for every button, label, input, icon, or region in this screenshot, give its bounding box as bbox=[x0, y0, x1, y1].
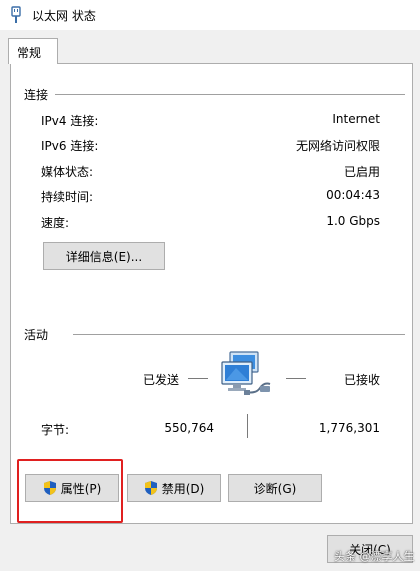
highlight-box bbox=[17, 459, 123, 523]
sent-label: 已发送 bbox=[143, 373, 180, 387]
activity-heading: 活动 bbox=[24, 328, 49, 342]
tab-general[interactable]: 常规 bbox=[8, 38, 58, 64]
disable-button[interactable]: 禁用(D) bbox=[127, 474, 221, 502]
diagnose-button-label: 诊断(G) bbox=[253, 481, 297, 496]
media-state-label: 媒体状态: bbox=[41, 165, 94, 179]
details-button-label: 详细信息(E)... bbox=[65, 249, 143, 264]
bytes-sent-value: 550,764 bbox=[164, 421, 214, 435]
general-panel bbox=[10, 63, 413, 524]
received-label: 已接收 bbox=[343, 373, 380, 387]
ipv6-value: 无网络访问权限 bbox=[295, 139, 380, 153]
ipv4-value: Internet bbox=[332, 112, 380, 126]
bytes-separator bbox=[247, 414, 248, 438]
sent-line bbox=[188, 378, 208, 379]
connection-heading: 连接 bbox=[24, 88, 49, 102]
media-state-value: 已启用 bbox=[343, 165, 380, 179]
duration-label: 持续时间: bbox=[41, 190, 94, 204]
shield-icon bbox=[144, 481, 157, 495]
duration-value: 00:04:43 bbox=[326, 188, 380, 202]
bytes-label: 字节: bbox=[41, 423, 70, 437]
received-line bbox=[286, 378, 306, 379]
ipv4-label: IPv4 连接: bbox=[41, 114, 99, 128]
ethernet-icon bbox=[11, 6, 21, 23]
speed-label: 速度: bbox=[41, 216, 70, 230]
activity-divider bbox=[73, 334, 405, 335]
connection-divider bbox=[55, 94, 405, 95]
watermark: 头条 @漂享人生 bbox=[334, 550, 415, 563]
bytes-received-value: 1,776,301 bbox=[318, 421, 380, 435]
disable-button-label: 禁用(D) bbox=[161, 481, 205, 496]
speed-value: 1.0 Gbps bbox=[326, 214, 380, 228]
tab-general-label: 常规 bbox=[17, 46, 42, 60]
diagnose-button[interactable]: 诊断(G) bbox=[228, 474, 322, 502]
title-bar: 以太网 状态 bbox=[0, 0, 420, 30]
window-title: 以太网 状态 bbox=[32, 9, 96, 23]
ipv6-label: IPv6 连接: bbox=[41, 139, 99, 153]
network-computers-icon bbox=[221, 351, 271, 395]
details-button[interactable]: 详细信息(E)... bbox=[43, 242, 165, 270]
